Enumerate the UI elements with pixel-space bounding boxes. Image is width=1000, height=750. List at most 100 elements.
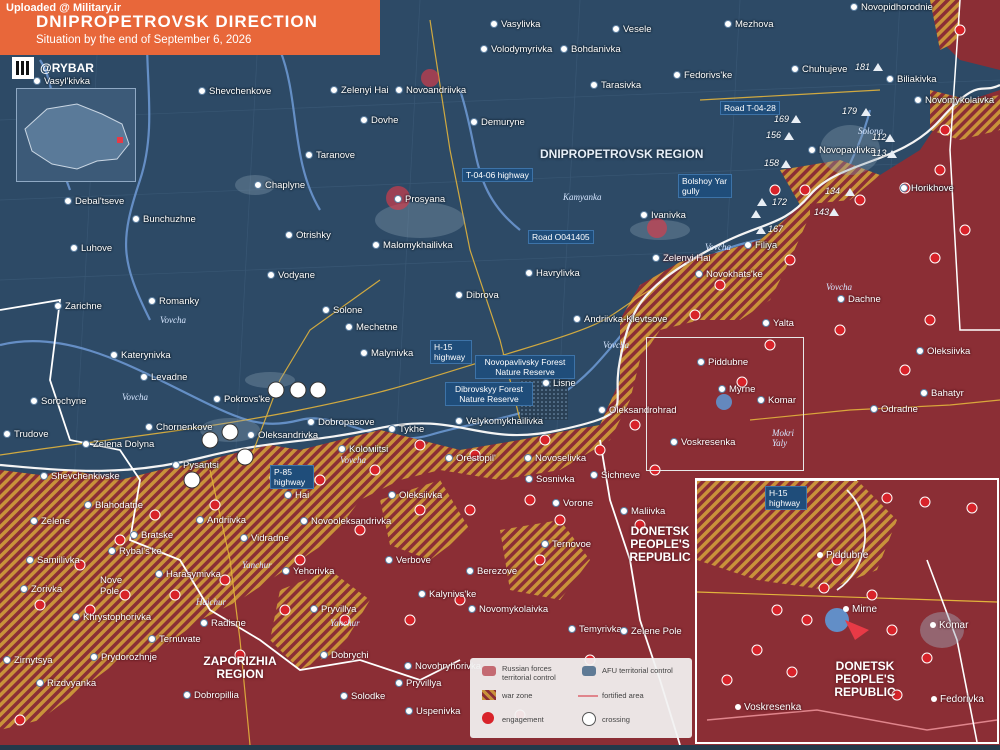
settlement-label: Andriivka bbox=[196, 515, 246, 526]
settlement-label: Andriivka-Klevtsove bbox=[573, 314, 667, 325]
settlement-label: Yalta bbox=[762, 318, 794, 329]
settlement-label: Novoandriivka bbox=[395, 85, 466, 96]
hill-number: 172 bbox=[772, 197, 788, 207]
legend-swatch-afu bbox=[582, 666, 596, 676]
region-zaporizhia: ZAPORIZHIA REGION bbox=[203, 654, 277, 681]
river-label: Yanchur bbox=[242, 560, 272, 570]
reserve-dibrovsky: Dibrovskyy Forest Nature Reserve bbox=[445, 382, 533, 406]
legend-afu: AFU territorial control bbox=[602, 666, 673, 675]
settlement-label: Levadne bbox=[140, 372, 187, 383]
settlement-label: Vidradne bbox=[240, 533, 289, 544]
road-label-bolshoy-yar: Bolshoy Yar gully bbox=[678, 174, 732, 198]
reserve-novopavlivsky: Novopavlivsky Forest Nature Reserve bbox=[475, 355, 575, 379]
settlement-label: Harasymivka bbox=[155, 569, 221, 580]
settlement-label: Solone bbox=[322, 305, 363, 316]
inset-region-donetsk: DONETSK PEOPLE'S REPUBLIC bbox=[834, 659, 896, 699]
settlement-label: Horikhove bbox=[900, 183, 954, 194]
settlement-label: Orestopil' bbox=[445, 453, 496, 464]
legend-swatch-fortified bbox=[578, 695, 598, 697]
settlement-label: Oleksiivka bbox=[388, 490, 442, 501]
settlement-label: Samiilivka bbox=[26, 555, 80, 566]
settlement-label: Trudove bbox=[3, 429, 49, 440]
settlement-label: Prosyana bbox=[394, 194, 445, 205]
settlement-label: Verbove bbox=[385, 555, 431, 566]
settlement-label: Zelene Pole bbox=[620, 626, 682, 637]
settlement-label: Khrystophorivka bbox=[72, 612, 151, 623]
road-label-t0406: T-04-06 highway bbox=[462, 168, 533, 182]
settlement-label: Dobropasove bbox=[307, 417, 375, 428]
settlement-label: Volodymyrivka bbox=[480, 44, 552, 55]
inset-settlement: Fedorivka bbox=[931, 694, 984, 705]
settlement-label: Tarasivka bbox=[590, 80, 641, 91]
road-label-p85: P-85 highway bbox=[270, 465, 314, 489]
settlement-label: Shevchenkove bbox=[198, 86, 271, 97]
settlement-label: Ivanivka bbox=[640, 210, 686, 221]
settlement-label: Vodyane bbox=[267, 270, 315, 281]
settlement-label: Hai bbox=[284, 490, 309, 501]
settlement-label: Luhove bbox=[70, 243, 112, 254]
river-label: Vovcha bbox=[340, 455, 366, 465]
settlement-label: Novopidhorodnie bbox=[850, 2, 933, 13]
settlement-label: Oleksiivka bbox=[916, 346, 970, 357]
settlement-label: Shevchenkivske bbox=[40, 471, 120, 482]
settlement-label: Dovhe bbox=[360, 115, 398, 126]
inset-settlement: Komar bbox=[930, 620, 968, 631]
settlement-label: Novooleksandrivka bbox=[300, 516, 391, 527]
hill-number: 167 bbox=[768, 224, 784, 234]
road-label-h15: H-15 highway bbox=[430, 340, 472, 364]
settlement-label: Novokhats'ke bbox=[695, 269, 763, 280]
settlement-label: Vasyl'kivka bbox=[33, 76, 90, 87]
settlement-label: Demuryne bbox=[470, 117, 525, 128]
legend-swatch-crossing bbox=[582, 712, 596, 726]
settlement-label: Dibrova bbox=[455, 290, 499, 301]
settlement-label: Ternuvate bbox=[148, 634, 201, 645]
legend-russian: Russian forces territorial control bbox=[502, 664, 556, 682]
region-dnipropetrovsk: DNIPROPETROVSK REGION bbox=[540, 147, 704, 161]
map-title: DNIPROPETROVSK DIRECTION bbox=[36, 12, 318, 31]
settlement-label: Novoselivka bbox=[524, 453, 586, 464]
settlement-label: Malomykhailivka bbox=[372, 240, 453, 251]
settlement-label: Sichneve bbox=[590, 470, 640, 481]
settlement-label: Debal'tseve bbox=[64, 196, 124, 207]
settlement-label: Radisne bbox=[200, 618, 246, 629]
river-label: Yanchur bbox=[330, 618, 360, 628]
qr-code-icon bbox=[12, 57, 34, 79]
legend-crossing: crossing bbox=[602, 715, 630, 724]
hill-number: 156 bbox=[766, 130, 782, 140]
overview-minimap bbox=[16, 88, 136, 182]
settlement-label: Novopavlivka bbox=[808, 145, 876, 156]
road-label-t0428: Road T-04-28 bbox=[720, 101, 780, 115]
settlement-label: Dobropillia bbox=[183, 690, 239, 701]
river-label: Vovcha bbox=[122, 392, 148, 402]
settlement-label: Fedorivs'ke bbox=[673, 70, 732, 81]
hill-number: 181 bbox=[855, 62, 871, 72]
inset-settlement: Voskresenka bbox=[735, 702, 801, 713]
settlement-label: Vesele bbox=[612, 24, 652, 35]
settlement-label: Pysantsi bbox=[172, 460, 219, 471]
hill-number: 169 bbox=[774, 114, 790, 124]
settlement-label: Oleksandrivka bbox=[247, 430, 318, 441]
settlement-label: Malynivka bbox=[360, 348, 413, 359]
settlement-label: Koloмiitsi bbox=[338, 444, 388, 455]
river-label: Kamyanka bbox=[563, 192, 602, 202]
settlement-label: Velykomykhailivka bbox=[455, 416, 543, 427]
settlement-label: Odradne bbox=[870, 404, 918, 415]
settlement-label: Chaplyne bbox=[254, 180, 305, 191]
inset-settlement: Mirne bbox=[843, 604, 877, 615]
hill-number: 179 bbox=[842, 106, 858, 116]
settlement-label: Pryvillya bbox=[395, 678, 441, 689]
settlement-label: Rizdvyanka bbox=[36, 678, 96, 689]
settlement-label: Zarichne bbox=[54, 301, 102, 312]
inset-area-outline bbox=[646, 337, 804, 471]
settlement-label: Zelene bbox=[30, 516, 70, 527]
settlement-label: Chuhujeve bbox=[791, 64, 847, 75]
river-label: Vovcha bbox=[705, 242, 731, 252]
settlement-label: Filiya bbox=[744, 240, 777, 251]
road-label-o041405: Road O041405 bbox=[528, 230, 594, 244]
legend-swatch-warzone bbox=[482, 690, 496, 700]
map-canvas: Uploaded @ Military.ir DNIPROPETROVSK DI… bbox=[0, 0, 1000, 746]
settlement-label: Sosnivka bbox=[525, 474, 575, 485]
settlement-label: Otrishky bbox=[285, 230, 331, 241]
settlement-label: Maliivka bbox=[620, 506, 665, 517]
settlement-label: Pokrovs'ke bbox=[213, 394, 270, 405]
